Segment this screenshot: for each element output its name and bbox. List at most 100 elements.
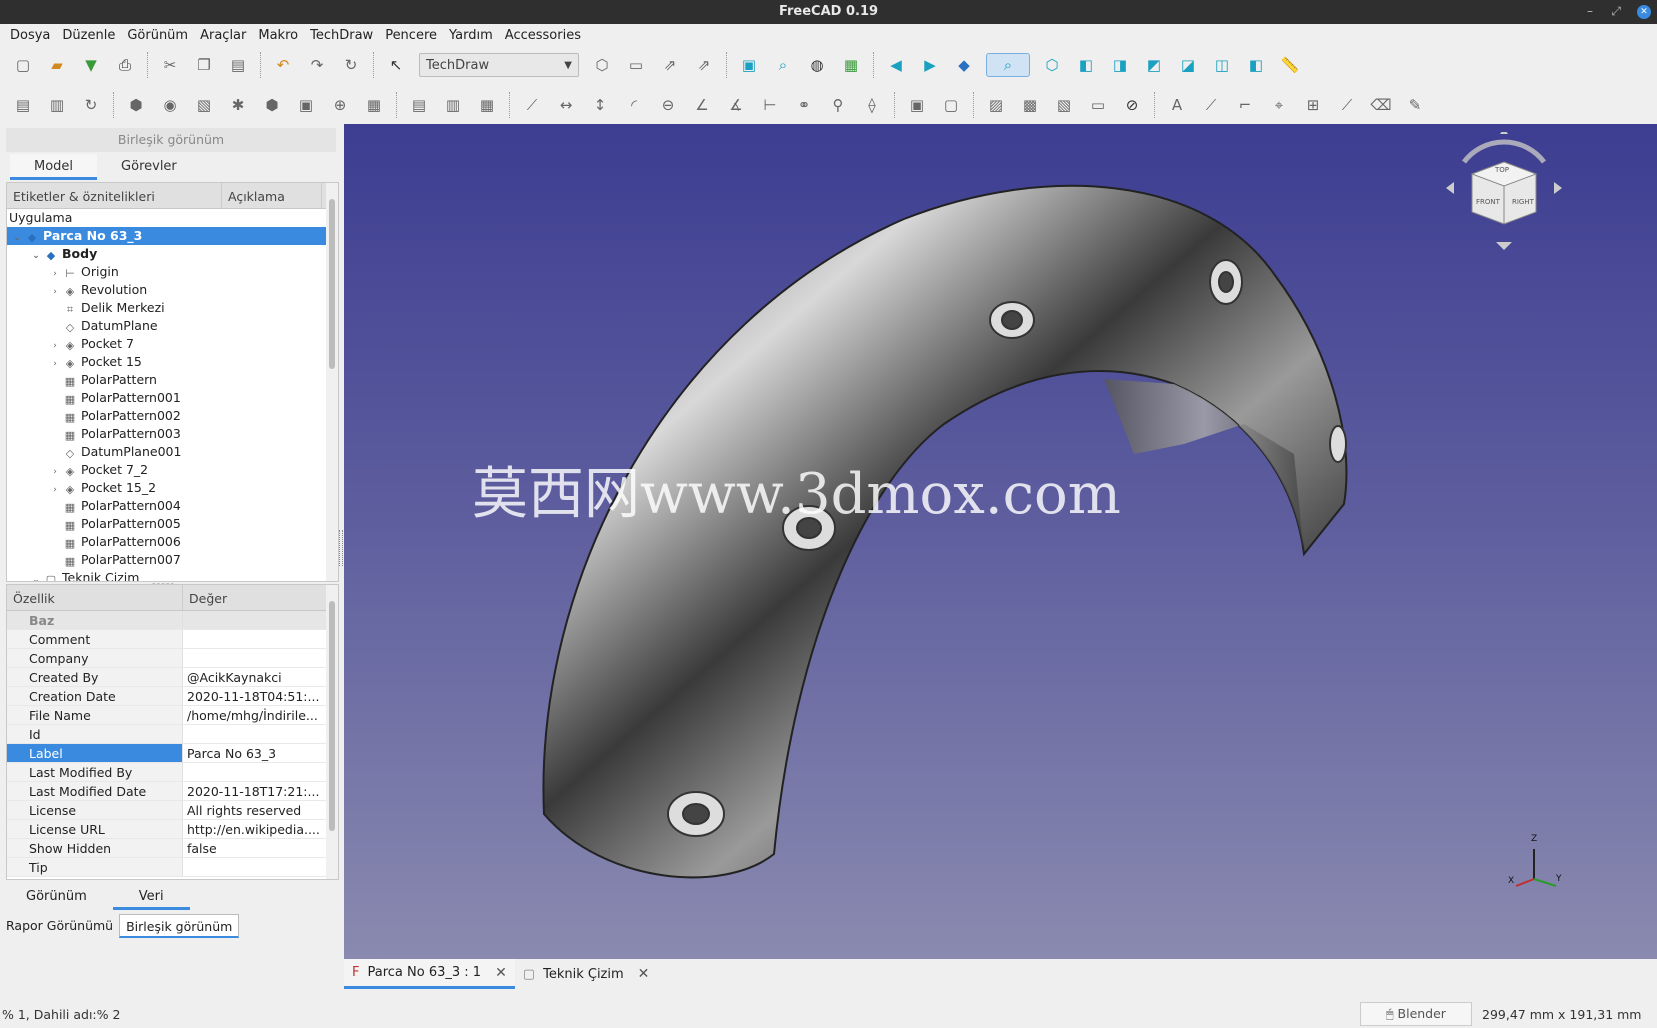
export-dxf-icon[interactable]: ▥ bbox=[441, 93, 465, 117]
cosmetic-vertex-icon[interactable]: ⌖ bbox=[1267, 93, 1291, 117]
3pt-angle-icon[interactable]: ∡ bbox=[724, 93, 748, 117]
whats-this-icon[interactable]: ↖ bbox=[384, 53, 408, 77]
image-view-icon[interactable]: ▧ bbox=[1052, 93, 1076, 117]
group-icon[interactable]: ▭ bbox=[624, 53, 648, 77]
tab-data[interactable]: Veri bbox=[112, 884, 190, 910]
toggle-frame-icon[interactable]: ▭ bbox=[1086, 93, 1110, 117]
tab-combo-view[interactable]: Birleşik görünüm bbox=[119, 914, 240, 938]
radius-dimension-icon[interactable]: ◜ bbox=[622, 93, 646, 117]
tree-item[interactable]: › ◈ Pocket 7_2 bbox=[7, 461, 338, 479]
section-view-icon[interactable]: ▧ bbox=[192, 93, 216, 117]
menu-gorunum[interactable]: Görünüm bbox=[121, 28, 194, 43]
tab-tasks[interactable]: Görevler bbox=[97, 154, 201, 180]
property-row[interactable]: License URL http://en.wikipedia.... bbox=[7, 820, 338, 839]
property-value[interactable]: 2020-11-18T17:21:... bbox=[183, 782, 338, 800]
symbol-icon[interactable]: ⊕ bbox=[328, 93, 352, 117]
menu-pencere[interactable]: Pencere bbox=[379, 28, 443, 43]
property-row[interactable]: Show Hidden false bbox=[7, 839, 338, 858]
property-value[interactable]: false bbox=[183, 839, 338, 857]
weld-symbol-icon[interactable]: ⊘ bbox=[1120, 93, 1144, 117]
horizontal-dimension-icon[interactable]: ↔ bbox=[554, 93, 578, 117]
tree-item[interactable]: › ◈ Pocket 7 bbox=[7, 335, 338, 353]
link-dimension-icon[interactable]: ⚭ bbox=[792, 93, 816, 117]
extent-dimension-icon[interactable]: ⊢ bbox=[758, 93, 782, 117]
tree-item[interactable]: › ⊢ Origin bbox=[7, 263, 338, 281]
tab-model[interactable]: Model bbox=[10, 154, 98, 180]
detail-view-icon[interactable]: ✱ bbox=[226, 93, 250, 117]
close-icon[interactable]: ✕ bbox=[495, 965, 507, 981]
cosmetic-line-icon[interactable]: ⟋ bbox=[1335, 93, 1359, 117]
link-actions-icon[interactable]: ⇗ bbox=[692, 53, 716, 77]
link-icon[interactable]: ⇗ bbox=[658, 53, 682, 77]
rear-view-icon[interactable]: ◪ bbox=[1176, 53, 1200, 77]
format-line-icon[interactable]: ✎ bbox=[1403, 93, 1427, 117]
length-dimension-icon[interactable]: ⟋ bbox=[520, 93, 544, 117]
clip-group-icon[interactable]: ▣ bbox=[294, 93, 318, 117]
doc-tab-drawing[interactable]: ▢ Teknik Çizim ✕ bbox=[515, 959, 658, 989]
menu-dosya[interactable]: Dosya bbox=[4, 28, 56, 43]
image-icon[interactable]: ▣ bbox=[905, 93, 929, 117]
navigation-cube[interactable]: TOP FRONT RIGHT bbox=[1444, 128, 1564, 252]
draw-style-icon[interactable]: ◍ bbox=[805, 53, 829, 77]
spreadsheet-view-icon[interactable]: ▦ bbox=[362, 93, 386, 117]
property-value[interactable] bbox=[183, 858, 338, 876]
hatch-icon[interactable]: ▨ bbox=[984, 93, 1008, 117]
part-icon[interactable]: ⬡ bbox=[590, 53, 614, 77]
export-svg-icon[interactable]: ▤ bbox=[407, 93, 431, 117]
tree-item[interactable]: ⌗ Delik Merkezi bbox=[7, 299, 338, 317]
workbench-selector[interactable]: TechDraw ▼ bbox=[419, 53, 579, 77]
property-value[interactable] bbox=[183, 763, 338, 781]
template-icon[interactable]: ▥ bbox=[45, 93, 69, 117]
tree-item[interactable]: ▦ PolarPattern004 bbox=[7, 497, 338, 515]
tree-item[interactable]: › ◈ Revolution bbox=[7, 281, 338, 299]
property-row[interactable]: Last Modified Date 2020-11-18T17:21:... bbox=[7, 782, 338, 801]
top-view-icon[interactable]: ◨ bbox=[1108, 53, 1132, 77]
tree-item[interactable]: ⌄ ◆ Body bbox=[7, 245, 338, 263]
rich-text-icon[interactable]: ⌐ bbox=[1233, 93, 1257, 117]
copy-icon[interactable]: ❐ bbox=[192, 53, 216, 77]
print-icon[interactable]: ⎙ bbox=[113, 53, 137, 77]
tree-header-labels[interactable]: Etiketler & öznitelikleri bbox=[7, 183, 222, 208]
property-row[interactable]: Comment bbox=[7, 630, 338, 649]
active-view-icon[interactable]: ◉ bbox=[158, 93, 182, 117]
undo-icon[interactable]: ↶ bbox=[271, 53, 295, 77]
tree-item[interactable]: ◇ DatumPlane001 bbox=[7, 443, 338, 461]
dxf-icon[interactable]: ▢ bbox=[939, 93, 963, 117]
tree-item[interactable]: ▦ PolarPattern006 bbox=[7, 533, 338, 551]
tree-item[interactable]: › ◈ Pocket 15 bbox=[7, 353, 338, 371]
property-row[interactable]: Label Parca No 63_3 bbox=[7, 744, 338, 763]
tree-item[interactable]: ▦ PolarPattern003 bbox=[7, 425, 338, 443]
property-row[interactable]: Created By @AcikKaynakci bbox=[7, 668, 338, 687]
export-pdf-icon[interactable]: ▦ bbox=[475, 93, 499, 117]
projection-group-icon[interactable]: ⬢ bbox=[260, 93, 284, 117]
tab-report-view[interactable]: Rapor Görünümü bbox=[0, 914, 119, 938]
property-value[interactable] bbox=[183, 649, 338, 667]
property-row[interactable]: Last Modified By bbox=[7, 763, 338, 782]
tree-item[interactable]: ▦ PolarPattern002 bbox=[7, 407, 338, 425]
tree-item[interactable]: ⌄ ◆ Parca No 63_3 bbox=[7, 227, 338, 245]
menu-techdraw[interactable]: TechDraw bbox=[304, 28, 379, 43]
refresh-icon[interactable]: ↻ bbox=[339, 53, 363, 77]
property-value[interactable]: All rights reserved bbox=[183, 801, 338, 819]
tree-item[interactable]: ▦ PolarPattern007 bbox=[7, 551, 338, 569]
tree-item[interactable]: ▦ PolarPattern bbox=[7, 371, 338, 389]
measure-icon[interactable]: 📏 bbox=[1278, 53, 1302, 77]
leader-line-icon[interactable]: ⟋ bbox=[1199, 93, 1223, 117]
property-row[interactable]: Id bbox=[7, 725, 338, 744]
maximize-button[interactable]: ⤢ bbox=[1611, 0, 1621, 24]
forward-arrow-icon[interactable]: ▶ bbox=[918, 53, 942, 77]
new-file-icon[interactable]: ▢ bbox=[11, 53, 35, 77]
property-value[interactable]: 2020-11-18T04:51:... bbox=[183, 687, 338, 705]
navigation-style-button[interactable]: 🖱 Blender bbox=[1360, 1002, 1472, 1026]
3d-viewport[interactable]: 莫西网www.3dmox.com TOP FRONT RIGHT Z Y X bbox=[344, 124, 1657, 959]
tree-item[interactable]: ▦ PolarPattern005 bbox=[7, 515, 338, 533]
property-value[interactable] bbox=[183, 630, 338, 648]
menu-duzenle[interactable]: Düzenle bbox=[56, 28, 121, 43]
fit-all-icon[interactable]: ▣ bbox=[737, 53, 761, 77]
property-row[interactable]: Creation Date 2020-11-18T04:51:... bbox=[7, 687, 338, 706]
centerline-icon[interactable]: ⊞ bbox=[1301, 93, 1325, 117]
property-row[interactable]: File Name/home/mhg/İndirile... bbox=[7, 706, 338, 725]
tree-item[interactable]: ◇ DatumPlane bbox=[7, 317, 338, 335]
cut-icon[interactable]: ✂ bbox=[158, 53, 182, 77]
open-folder-icon[interactable]: ▰ bbox=[45, 53, 69, 77]
